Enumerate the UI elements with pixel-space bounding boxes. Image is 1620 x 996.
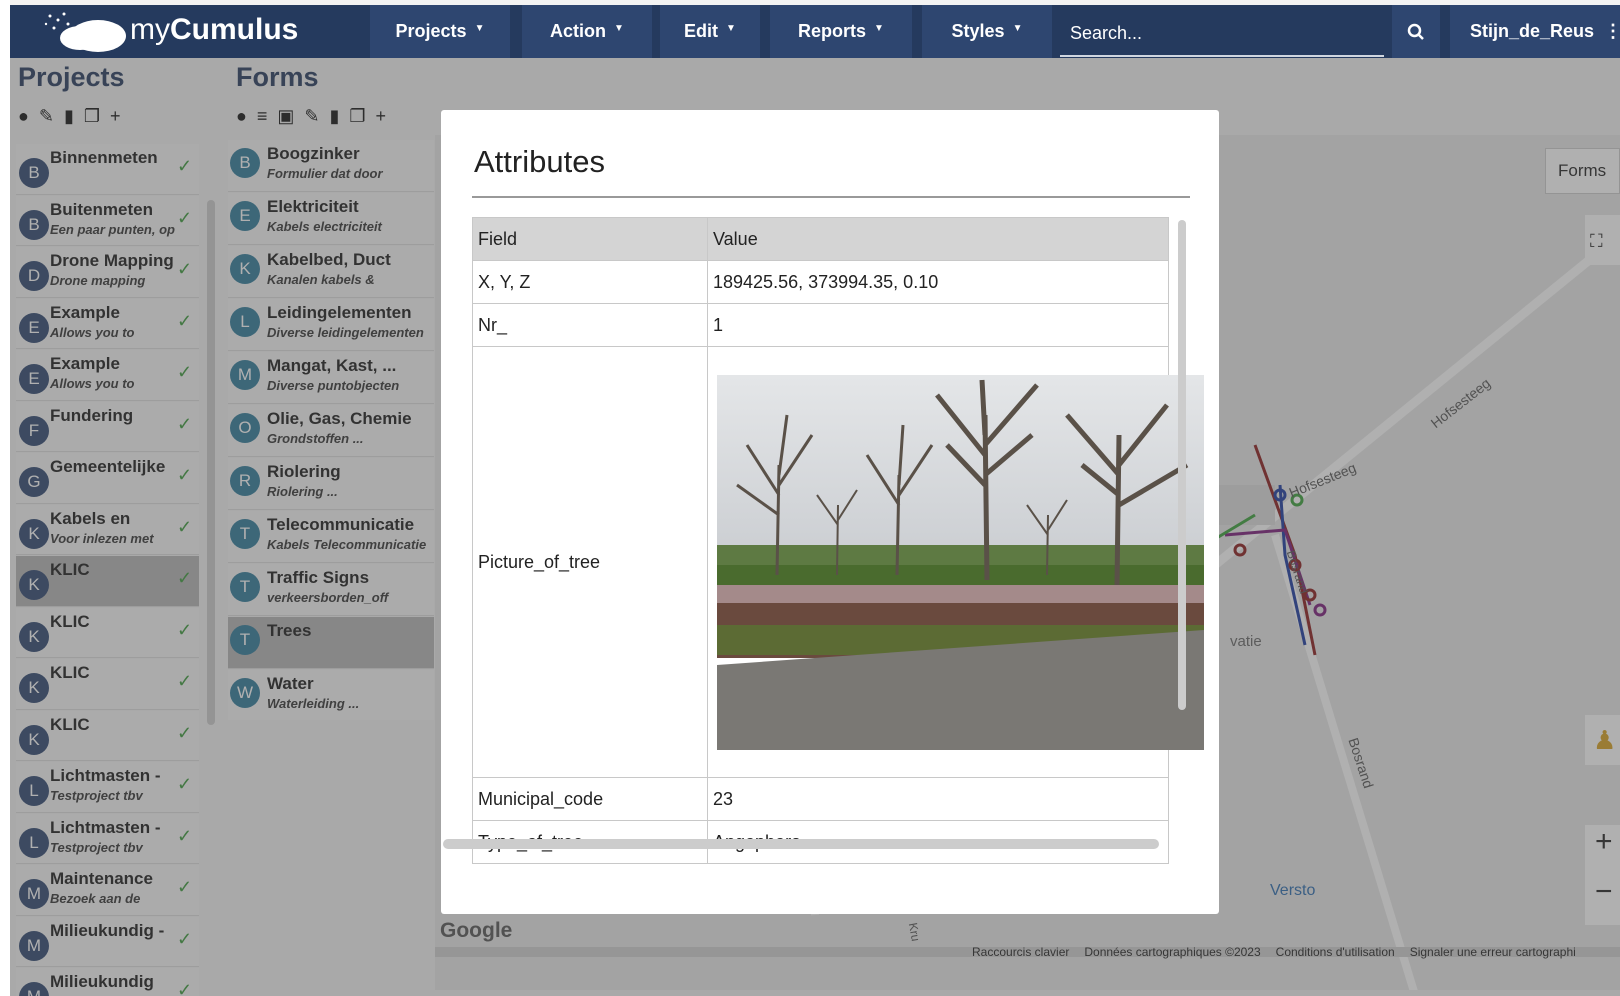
table-row: Nr_ 1 bbox=[472, 303, 1169, 347]
tree-photo[interactable] bbox=[717, 375, 1204, 750]
menu-action[interactable]: Action ▼ bbox=[522, 5, 652, 58]
menu-edit[interactable]: Edit ▼ bbox=[660, 5, 760, 58]
search-input[interactable]: Search... bbox=[1060, 11, 1384, 57]
table-row: Municipal_code 23 bbox=[472, 777, 1169, 821]
table-row: X, Y, Z 189425.56, 373994.35, 0.10 bbox=[472, 260, 1169, 304]
modal-title: Attributes bbox=[474, 144, 605, 179]
menu-styles-label: Styles bbox=[951, 21, 1005, 41]
menu-projects-label: Projects bbox=[395, 21, 467, 41]
menu-edit-label: Edit bbox=[684, 21, 719, 41]
menu-reports-label: Reports bbox=[798, 21, 867, 41]
field-cell: Nr_ bbox=[472, 303, 708, 347]
caret-down-icon: ▼ bbox=[614, 23, 624, 34]
menu-action-label: Action bbox=[550, 21, 607, 41]
logo-bold: Cumulus bbox=[170, 13, 299, 46]
modal-horizontal-scrollbar[interactable] bbox=[443, 839, 1159, 849]
attributes-table: Field Value X, Y, Z 189425.56, 373994.35… bbox=[472, 217, 1204, 864]
modal-vertical-scrollbar[interactable] bbox=[1178, 220, 1186, 710]
value-cell: 23 bbox=[707, 777, 1169, 821]
field-cell: X, Y, Z bbox=[472, 260, 708, 304]
attributes-modal: Attributes Field Value X, Y, Z 189425.56… bbox=[441, 110, 1219, 914]
column-header: Field bbox=[472, 217, 708, 261]
value-cell: 1 bbox=[707, 303, 1169, 347]
user-menu[interactable]: Stijn_de_Reus ⋮ bbox=[1450, 5, 1620, 58]
navbar: myCumulus Projects ▼ Action ▼ Edit ▼ Report… bbox=[10, 5, 1620, 58]
value-cell: 189425.56, 373994.35, 0.10 bbox=[707, 260, 1169, 304]
menu-styles[interactable]: Styles ▼ bbox=[922, 5, 1052, 58]
kebab-menu-icon: ⋮ bbox=[1604, 21, 1620, 41]
window-edge bbox=[0, 0, 10, 996]
table-row: Picture_of_tree bbox=[472, 346, 1204, 778]
caret-down-icon: ▼ bbox=[874, 23, 884, 34]
caret-down-icon: ▼ bbox=[474, 23, 485, 34]
search-button[interactable] bbox=[1392, 5, 1440, 58]
cloud-logo-icon bbox=[44, 12, 126, 52]
app-logo-text[interactable]: myCumulus bbox=[130, 13, 298, 47]
menu-reports[interactable]: Reports ▼ bbox=[770, 5, 912, 58]
field-cell: Picture_of_tree bbox=[472, 346, 708, 778]
value-cell bbox=[707, 346, 1204, 778]
column-header: Value bbox=[707, 217, 1169, 261]
user-name: Stijn_de_Reus bbox=[1470, 21, 1595, 41]
search-icon bbox=[1407, 23, 1424, 40]
logo-prefix: my bbox=[130, 13, 170, 46]
caret-down-icon: ▼ bbox=[726, 23, 736, 34]
menu-projects[interactable]: Projects ▼ bbox=[370, 5, 510, 58]
caret-down-icon: ▼ bbox=[1012, 23, 1023, 34]
table-header-row: Field Value bbox=[472, 217, 1169, 261]
divider bbox=[472, 196, 1190, 198]
field-cell: Municipal_code bbox=[472, 777, 708, 821]
